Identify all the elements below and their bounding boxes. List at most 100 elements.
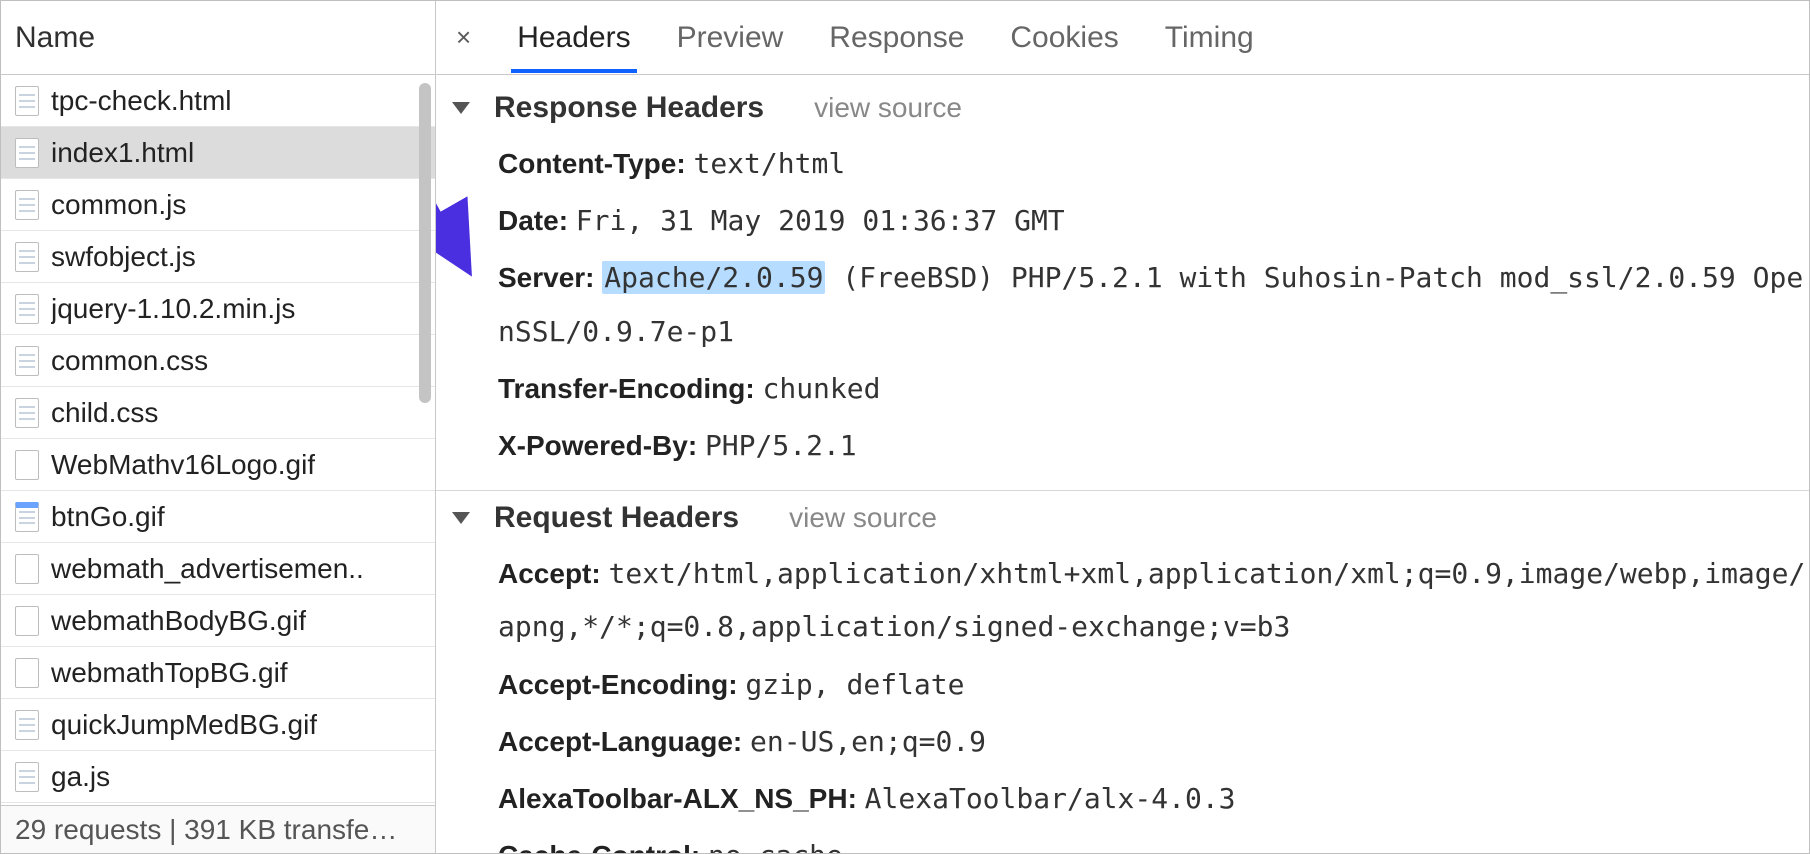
request-detail-pane: × Headers Preview Response Cookies Timin… xyxy=(436,1,1809,853)
requests-list-pane: Name tpc-check.html index1.html common.js s… xyxy=(1,1,436,853)
tab-preview[interactable]: Preview xyxy=(671,3,790,73)
name-column-header[interactable]: Name xyxy=(1,1,435,75)
header-accept-encoding: Accept-Encoding: gzip, deflate xyxy=(498,658,1809,711)
header-key: Accept-Language: xyxy=(498,726,742,757)
file-icon xyxy=(15,294,39,324)
header-key: Accept: xyxy=(498,558,601,589)
close-icon[interactable]: × xyxy=(450,22,477,53)
header-cache-control: Cache-Control: no-cache xyxy=(498,829,1809,853)
header-key: Accept-Encoding: xyxy=(498,669,738,700)
response-headers-title: Response Headers xyxy=(494,91,764,125)
table-row[interactable]: quickJumpMedBG.gif xyxy=(1,699,435,751)
request-headers-section[interactable]: Request Headers view source xyxy=(452,501,1809,535)
file-icon xyxy=(15,762,39,792)
tab-headers[interactable]: Headers xyxy=(511,3,636,73)
headers-content: Response Headers view source Content-Typ… xyxy=(436,75,1809,853)
view-source-link[interactable]: view source xyxy=(789,502,937,534)
header-x-powered-by: X-Powered-By: PHP/5.2.1 xyxy=(498,419,1809,472)
header-server: Server: Apache/2.0.59 (FreeBSD) PHP/5.2.… xyxy=(498,251,1809,357)
table-row[interactable]: WebMathv16Logo.gif xyxy=(1,439,435,491)
table-row[interactable]: child.css xyxy=(1,387,435,439)
table-row[interactable]: webmathBodyBG.gif xyxy=(1,595,435,647)
tab-timing[interactable]: Timing xyxy=(1159,3,1260,73)
table-row[interactable]: common.css xyxy=(1,335,435,387)
requests-summary: 29 requests | 391 KB transfe… xyxy=(1,805,435,853)
highlighted-text: Apache/2.0.59 xyxy=(602,261,825,294)
header-value: gzip, deflate xyxy=(745,668,964,701)
table-row[interactable]: tpc-check.html xyxy=(1,75,435,127)
header-value: en-US,en;q=0.9 xyxy=(750,725,986,758)
file-icon xyxy=(15,398,39,428)
file-icon xyxy=(15,658,39,688)
header-key: AlexaToolbar-ALX_NS_PH: xyxy=(498,783,857,814)
header-value: text/html xyxy=(693,147,845,180)
header-key: X-Powered-By: xyxy=(498,430,697,461)
header-transfer-encoding: Transfer-Encoding: chunked xyxy=(498,362,1809,415)
file-name-label: webmathBodyBG.gif xyxy=(51,605,306,637)
file-name-label: common.css xyxy=(51,345,208,377)
header-alexa-toolbar: AlexaToolbar-ALX_NS_PH: AlexaToolbar/alx… xyxy=(498,772,1809,825)
table-row[interactable]: common.js xyxy=(1,179,435,231)
file-icon xyxy=(15,242,39,272)
scrollbar[interactable] xyxy=(415,75,435,805)
file-name-label: child.css xyxy=(51,397,158,429)
header-value: AlexaToolbar/alx-4.0.3 xyxy=(865,782,1236,815)
header-key: Date: xyxy=(498,205,568,236)
file-icon xyxy=(15,138,39,168)
scrollbar-thumb[interactable] xyxy=(419,83,431,403)
file-icon xyxy=(15,710,39,740)
disclosure-triangle-icon[interactable] xyxy=(452,102,470,114)
table-row[interactable]: webmath_advertisemen.. xyxy=(1,543,435,595)
response-headers-section[interactable]: Response Headers view source xyxy=(452,91,1809,125)
header-key: Content-Type: xyxy=(498,148,686,179)
file-name-label: swfobject.js xyxy=(51,241,196,273)
file-name-label: common.js xyxy=(51,189,186,221)
header-key: Server: xyxy=(498,262,595,293)
tab-response[interactable]: Response xyxy=(823,3,970,73)
table-row[interactable]: webmathTopBG.gif xyxy=(1,647,435,699)
file-icon xyxy=(15,606,39,636)
header-accept: Accept: text/html,application/xhtml+xml,… xyxy=(498,547,1809,653)
file-name-label: webmathTopBG.gif xyxy=(51,657,288,689)
table-row[interactable]: index1.html xyxy=(1,127,435,179)
header-value: PHP/5.2.1 xyxy=(705,429,857,462)
file-list: tpc-check.html index1.html common.js swfobj… xyxy=(1,75,435,805)
header-key: Cache-Control: xyxy=(498,840,700,853)
file-icon xyxy=(15,554,39,584)
header-value: Apache/2.0.59 (FreeBSD) PHP/5.2.1 with S… xyxy=(498,261,1803,347)
file-name-label: jquery-1.10.2.min.js xyxy=(51,293,295,325)
view-source-link[interactable]: view source xyxy=(814,92,962,124)
header-key: Transfer-Encoding: xyxy=(498,373,755,404)
table-row[interactable]: ga.js xyxy=(1,751,435,803)
request-headers-list: Accept: text/html,application/xhtml+xml,… xyxy=(452,547,1809,853)
file-name-label: quickJumpMedBG.gif xyxy=(51,709,317,741)
header-date: Date: Fri, 31 May 2019 01:36:37 GMT xyxy=(498,194,1809,247)
file-icon xyxy=(15,86,39,116)
file-name-label: tpc-check.html xyxy=(51,85,232,117)
table-row[interactable]: btnGo.gif xyxy=(1,491,435,543)
file-icon xyxy=(15,190,39,220)
tab-cookies[interactable]: Cookies xyxy=(1004,3,1124,73)
file-icon xyxy=(15,502,39,532)
file-icon xyxy=(15,450,39,480)
header-content-type: Content-Type: text/html xyxy=(498,137,1809,190)
header-value: no-cache xyxy=(708,839,843,853)
header-value: chunked xyxy=(762,372,880,405)
section-divider xyxy=(436,490,1809,491)
file-icon xyxy=(15,346,39,376)
header-value: text/html,application/xhtml+xml,applicat… xyxy=(498,557,1805,643)
header-value: Fri, 31 May 2019 01:36:37 GMT xyxy=(576,204,1065,237)
detail-tabs: × Headers Preview Response Cookies Timin… xyxy=(436,1,1809,75)
header-accept-language: Accept-Language: en-US,en;q=0.9 xyxy=(498,715,1809,768)
table-row[interactable]: jquery-1.10.2.min.js xyxy=(1,283,435,335)
file-name-label: btnGo.gif xyxy=(51,501,165,533)
file-name-label: ga.js xyxy=(51,761,110,793)
disclosure-triangle-icon[interactable] xyxy=(452,512,470,524)
table-row[interactable]: swfobject.js xyxy=(1,231,435,283)
file-name-label: WebMathv16Logo.gif xyxy=(51,449,315,481)
devtools-network-panel: Name tpc-check.html index1.html common.js s… xyxy=(0,0,1810,854)
file-name-label: index1.html xyxy=(51,137,194,169)
request-headers-title: Request Headers xyxy=(494,501,739,535)
file-name-label: webmath_advertisemen.. xyxy=(51,553,364,585)
response-headers-list: Content-Type: text/html Date: Fri, 31 Ma… xyxy=(452,137,1809,472)
